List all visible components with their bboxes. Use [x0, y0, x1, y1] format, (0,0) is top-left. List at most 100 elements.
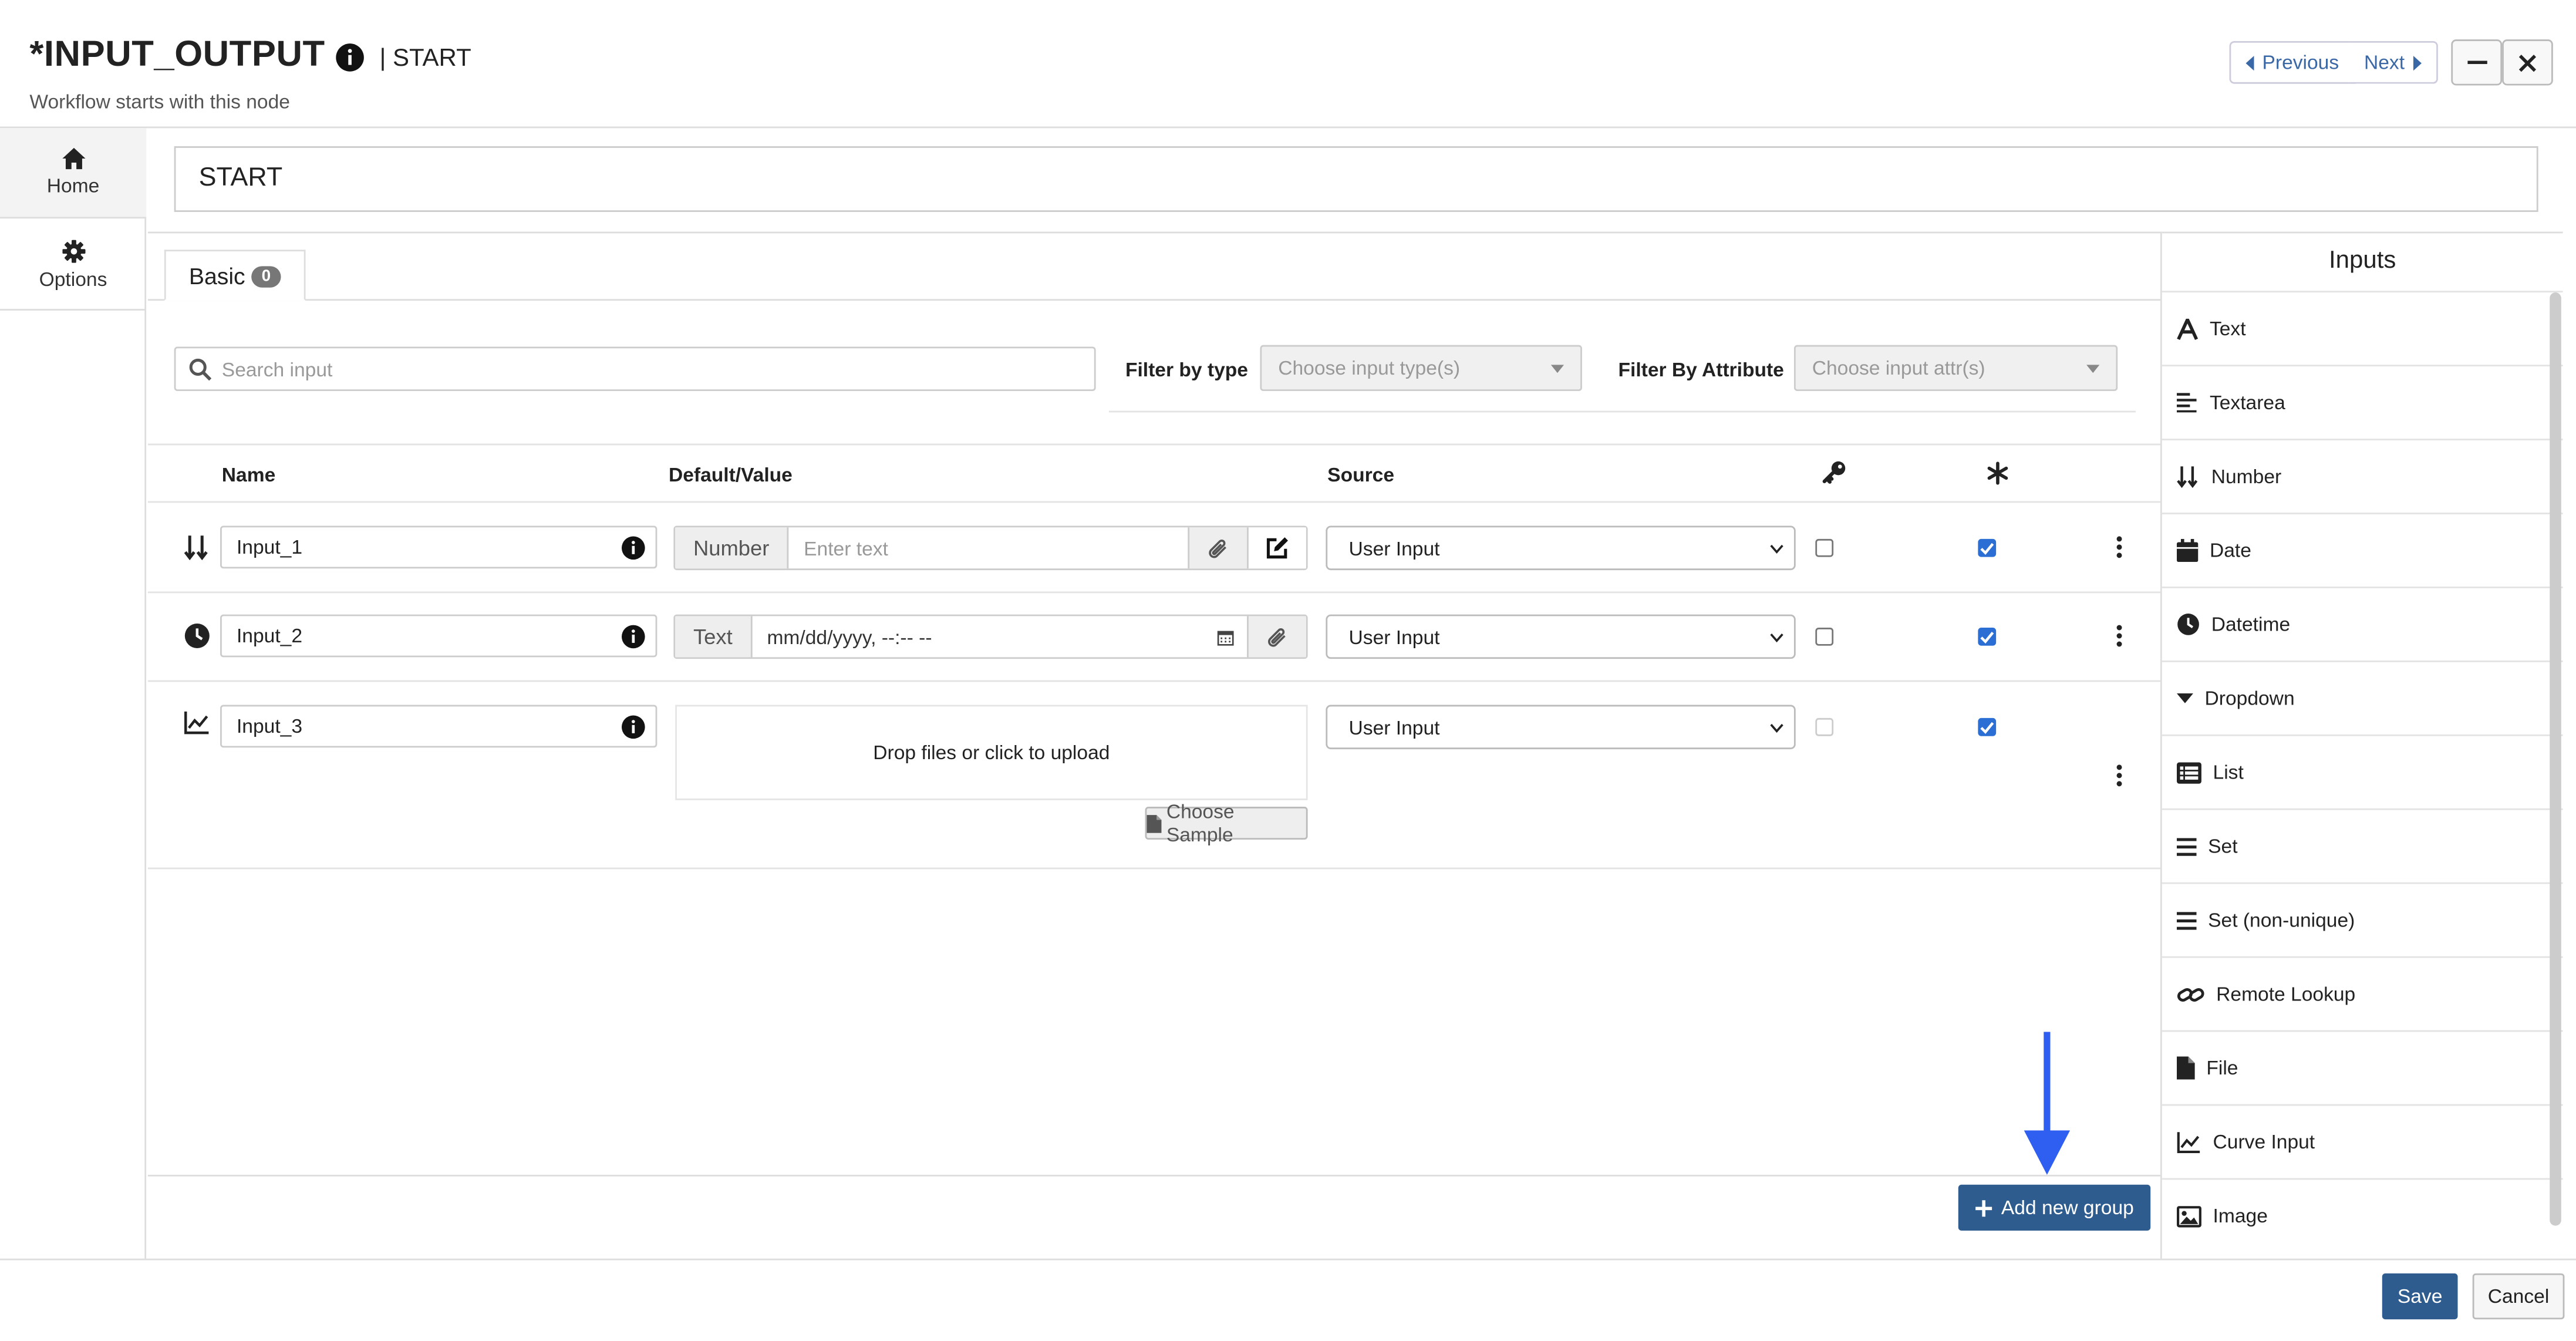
source-select[interactable]: User Input — [1326, 614, 1796, 659]
source-select[interactable]: User Input — [1326, 705, 1796, 750]
input-type-date[interactable]: Date — [2162, 513, 2563, 587]
add-new-group-button[interactable]: Add new group — [1958, 1184, 2151, 1231]
key-icon — [1822, 460, 1847, 485]
edit-button[interactable] — [1247, 527, 1306, 569]
inputs-panel-scrollbar[interactable] — [2550, 292, 2561, 1226]
input-type-curve-input[interactable]: Curve Input — [2162, 1104, 2563, 1178]
tab-basic[interactable]: Basic 0 — [164, 250, 306, 301]
attach-button[interactable] — [1188, 527, 1247, 569]
info-icon[interactable] — [335, 43, 365, 72]
line-chart-icon — [2177, 1131, 2200, 1153]
list-icon — [2176, 762, 2201, 783]
caret-down-icon — [1550, 363, 1565, 372]
edit-icon — [1266, 537, 1289, 559]
input-type-label: Dropdown — [2204, 686, 2295, 710]
filter-type-placeholder: Choose input type(s) — [1278, 356, 1461, 380]
align-left-icon — [2176, 393, 2197, 413]
default-value-group: Number Enter text — [673, 525, 1308, 571]
annotation-arrow-icon — [2024, 1032, 2071, 1176]
file-icon — [1147, 814, 1162, 833]
name-input[interactable]: Input_1 — [220, 525, 658, 569]
next-button[interactable]: Next — [2349, 41, 2438, 84]
chevron-down-icon — [1770, 632, 1783, 642]
input-type-datetime[interactable]: Datetime — [2162, 587, 2563, 661]
source-value: User Input — [1348, 536, 1440, 560]
image-icon — [2176, 1205, 2201, 1227]
filter-divider — [1108, 410, 2136, 413]
name-value: Input_3 — [236, 715, 303, 738]
paperclip-icon — [1209, 538, 1226, 558]
nav-home[interactable]: Home — [0, 128, 147, 219]
bars-icon — [2176, 911, 2197, 929]
input-type-list[interactable]: List — [2162, 734, 2563, 808]
input-type-label: Set — [2208, 834, 2238, 858]
key-checkbox[interactable] — [1815, 628, 1834, 646]
add-new-group-label: Add new group — [2001, 1196, 2134, 1219]
input-type-label: Curve Input — [2213, 1130, 2315, 1154]
cancel-button[interactable]: Cancel — [2472, 1273, 2565, 1320]
search-icon — [189, 358, 212, 380]
check-icon — [1980, 721, 1994, 733]
name-input[interactable]: Input_3 — [220, 705, 658, 748]
attach-button[interactable] — [1247, 616, 1306, 658]
datetime-input[interactable]: mm/dd/yyyy, --:-- -- — [752, 616, 1247, 657]
name-input[interactable]: Input_2 — [220, 614, 658, 658]
input-type-dropdown[interactable]: Dropdown — [2162, 660, 2563, 734]
tab-basic-label: Basic — [188, 262, 245, 289]
input-type-file[interactable]: File — [2162, 1030, 2563, 1104]
minimize-button[interactable] — [2451, 39, 2503, 86]
file-dropzone[interactable]: Drop files or click to upload — [675, 705, 1308, 800]
input-type-set-non-unique[interactable]: Set (non-unique) — [2162, 882, 2563, 956]
row-divider — [147, 680, 2160, 682]
node-name-input[interactable]: START — [174, 146, 2538, 213]
key-checkbox — [1815, 717, 1834, 736]
nav-options[interactable]: Options — [0, 220, 147, 311]
name-value: Input_2 — [236, 624, 303, 648]
clock-icon — [2177, 614, 2199, 635]
caret-down-icon — [2176, 693, 2193, 703]
search-input[interactable]: Search input — [174, 346, 1096, 392]
caret-right-icon — [2413, 55, 2422, 70]
input-type-text[interactable]: Text — [2162, 291, 2563, 365]
bars-icon — [2176, 837, 2197, 855]
chevron-down-icon — [1770, 544, 1783, 553]
header-name: Name — [221, 463, 276, 487]
inputs-panel-title: Inputs — [2329, 246, 2396, 275]
input-type-image[interactable]: Image — [2162, 1178, 2563, 1252]
calendar-icon[interactable] — [1217, 628, 1234, 645]
required-checkbox[interactable] — [1978, 717, 1997, 736]
default-value-group: Text mm/dd/yyyy, --:-- -- — [673, 614, 1308, 659]
default-value-input[interactable]: Enter text — [789, 527, 1188, 568]
plus-icon — [1975, 1199, 1992, 1216]
row-divider — [147, 591, 2160, 594]
home-icon — [61, 147, 85, 170]
required-checkbox[interactable] — [1978, 628, 1997, 646]
check-icon — [1980, 542, 1994, 554]
save-button[interactable]: Save — [2382, 1273, 2458, 1320]
key-checkbox[interactable] — [1815, 538, 1834, 557]
header-source: Source — [1327, 463, 1395, 487]
kebab-menu-icon[interactable] — [2116, 624, 2122, 647]
input-type-label: Remote Lookup — [2216, 982, 2356, 1006]
kebab-menu-icon[interactable] — [2116, 764, 2122, 787]
footer-divider — [0, 1258, 2576, 1261]
table-top-border — [147, 443, 2160, 446]
source-select[interactable]: User Input — [1326, 525, 1796, 571]
filter-attr-select[interactable]: Choose input attr(s) — [1793, 345, 2118, 392]
sort-numeric-icon — [2177, 466, 2198, 488]
caret-left-icon — [2245, 55, 2254, 70]
input-type-label: Text — [2209, 317, 2246, 341]
info-icon — [621, 715, 645, 738]
previous-button[interactable]: Previous — [2229, 41, 2356, 84]
input-type-textarea[interactable]: Textarea — [2162, 365, 2563, 439]
input-type-remote-lookup[interactable]: Remote Lookup — [2162, 956, 2563, 1030]
required-checkbox[interactable] — [1978, 538, 1997, 557]
choose-sample-button[interactable]: Choose Sample — [1145, 800, 1308, 846]
kebab-menu-icon[interactable] — [2116, 535, 2122, 558]
panel-bottom-divider — [147, 1174, 2160, 1177]
input-type-number[interactable]: Number — [2162, 439, 2563, 513]
tab-count-badge: 0 — [251, 266, 281, 288]
input-type-set[interactable]: Set — [2162, 808, 2563, 882]
filter-type-select[interactable]: Choose input type(s) — [1260, 345, 1582, 392]
close-button[interactable] — [2502, 39, 2553, 86]
